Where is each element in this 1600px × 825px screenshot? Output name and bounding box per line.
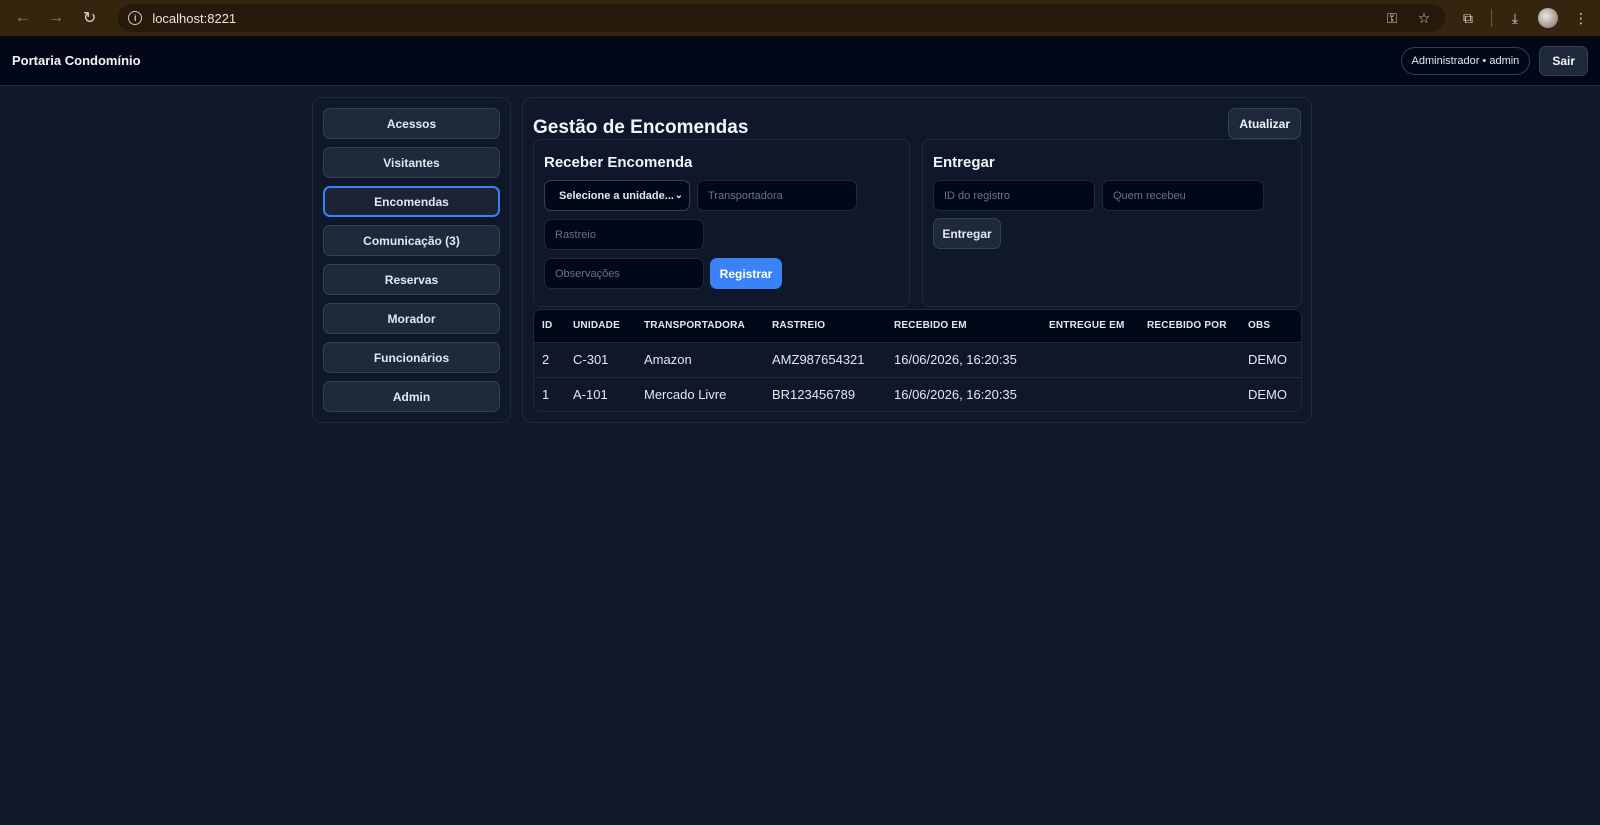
cell-unidade: A-101 xyxy=(565,376,636,411)
profile-avatar[interactable] xyxy=(1538,8,1559,28)
page-title: Gestão de Encomendas xyxy=(533,117,749,138)
cell-recebido-por xyxy=(1139,376,1240,411)
unit-select-value: Selecione a unidade... xyxy=(559,189,674,202)
refresh-button[interactable]: Atualizar xyxy=(1228,108,1301,139)
tracking-input[interactable]: Rastreio xyxy=(544,219,704,250)
notes-input[interactable]: Observações xyxy=(544,258,704,289)
star-icon[interactable]: ☆ xyxy=(1413,10,1435,27)
sidebar: Acessos Visitantes Encomendas Comunicaçã… xyxy=(312,97,511,423)
cell-entregue-em xyxy=(1041,341,1139,377)
table-row: 2 C-301 Amazon AMZ987654321 16/06/2026, … xyxy=(534,341,1301,377)
cell-recebido-por xyxy=(1139,341,1240,377)
sidebar-item-morador[interactable]: Morador xyxy=(323,303,500,334)
cell-id: 1 xyxy=(534,376,565,411)
site-info-icon[interactable]: i xyxy=(128,11,143,25)
cell-id: 2 xyxy=(534,341,565,377)
user-badge: Administrador • admin xyxy=(1400,46,1531,75)
cell-rastreio: BR123456789 xyxy=(764,376,886,411)
sidebar-item-funcionarios[interactable]: Funcionários xyxy=(323,342,500,373)
col-entregue-em: ENTREGUE EM xyxy=(1041,310,1139,342)
col-recebido-em: RECEBIDO EM xyxy=(886,310,1041,342)
brand-title: Portaria Condomínio xyxy=(12,53,141,68)
record-id-input[interactable]: ID do registro xyxy=(933,180,1095,211)
table-header-row: ID UNIDADE TRANSPORTADORA RASTREIO RECEB… xyxy=(534,310,1301,342)
col-obs: OBS xyxy=(1240,310,1301,342)
back-icon[interactable]: ← xyxy=(8,4,37,32)
sidebar-item-admin[interactable]: Admin xyxy=(323,381,500,412)
deliver-package-card: Entregar ID do registro Quem recebeu Ent… xyxy=(922,139,1302,307)
sidebar-item-visitantes[interactable]: Visitantes xyxy=(323,147,500,178)
download-icon[interactable]: ⤓ xyxy=(1504,10,1526,27)
col-id: ID xyxy=(534,310,565,342)
sidebar-item-comunicacao[interactable]: Comunicação (3) xyxy=(323,225,500,256)
cell-rastreio: AMZ987654321 xyxy=(764,341,886,377)
receive-card-title: Receber Encomenda xyxy=(544,154,693,171)
receiver-name-input[interactable]: Quem recebeu xyxy=(1102,180,1264,211)
deliver-button[interactable]: Entregar xyxy=(933,218,1001,249)
cell-entregue-em xyxy=(1041,376,1139,411)
logout-button[interactable]: Sair xyxy=(1539,45,1588,76)
packages-table: ID UNIDADE TRANSPORTADORA RASTREIO RECEB… xyxy=(533,309,1302,412)
col-unidade: UNIDADE xyxy=(565,310,636,342)
carrier-input[interactable]: Transportadora xyxy=(697,180,857,211)
main-panel: Gestão de Encomendas Atualizar Receber E… xyxy=(522,97,1312,423)
address-url[interactable]: localhost:8221 xyxy=(152,11,1371,26)
receive-package-card: Receber Encomenda Selecione a unidade...… xyxy=(533,139,910,307)
sidebar-item-acessos[interactable]: Acessos xyxy=(323,108,500,139)
extensions-icon[interactable]: ⧉ xyxy=(1457,10,1479,27)
cell-transportadora: Mercado Livre xyxy=(636,376,764,411)
cell-recebido-em: 16/06/2026, 16:20:35 xyxy=(886,341,1041,377)
cell-recebido-em: 16/06/2026, 16:20:35 xyxy=(886,376,1041,411)
cell-unidade: C-301 xyxy=(565,341,636,377)
cell-transportadora: Amazon xyxy=(636,341,764,377)
chevron-down-icon: ⌄ xyxy=(674,190,683,201)
cell-obs: DEMO xyxy=(1240,341,1301,377)
toolbar-divider xyxy=(1491,9,1493,27)
address-bar[interactable]: i localhost:8221 ⚿ ☆ xyxy=(118,4,1446,32)
sidebar-item-encomendas[interactable]: Encomendas xyxy=(323,186,500,217)
register-button[interactable]: Registrar xyxy=(710,258,782,289)
col-transportadora: TRANSPORTADORA xyxy=(636,310,764,342)
cell-obs: DEMO xyxy=(1240,376,1301,411)
col-recebido-por: RECEBIDO POR xyxy=(1139,310,1240,342)
browser-toolbar: ← → ↻ i localhost:8221 ⚿ ☆ ⧉ ⤓ ⋮ xyxy=(0,0,1600,36)
reload-icon[interactable]: ↻ xyxy=(75,4,104,32)
sidebar-item-reservas[interactable]: Reservas xyxy=(323,264,500,295)
deliver-card-title: Entregar xyxy=(933,154,995,171)
menu-kebab-icon[interactable]: ⋮ xyxy=(1570,10,1592,27)
col-rastreio: RASTREIO xyxy=(764,310,886,342)
unit-select[interactable]: Selecione a unidade... ⌄ xyxy=(544,180,690,211)
table-row: 1 A-101 Mercado Livre BR123456789 16/06/… xyxy=(534,376,1301,411)
app-header: Portaria Condomínio Administrador • admi… xyxy=(0,36,1600,86)
forward-icon[interactable]: → xyxy=(41,4,70,32)
key-icon[interactable]: ⚿ xyxy=(1381,10,1403,27)
